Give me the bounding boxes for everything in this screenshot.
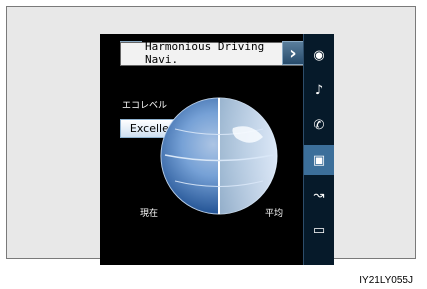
phone-icon: ✆ [313,117,325,133]
right-sidebar: ◉ ♪ ✆ ▣ ↝ ▭ [303,34,334,265]
sidebar-item-route[interactable]: ↝ [304,180,334,210]
sidebar-item-globe[interactable]: ◉ [304,40,334,70]
route-icon: ↝ [313,187,325,203]
sidebar-item-image[interactable]: ▣ [304,145,334,175]
display-icon: ▭ [312,222,326,238]
sidebar-item-display[interactable]: ▭ [304,215,334,245]
sidebar-item-phone[interactable]: ✆ [304,110,334,140]
sidebar-item-music[interactable]: ♪ [304,75,334,105]
image-icon: ▣ [312,152,326,168]
globe-icon: ◉ [313,47,325,63]
average-label: 平均 [265,209,284,219]
music-icon: ♪ [314,82,324,98]
figure-caption: IY21LY055J [359,275,413,286]
navi-screen: ‹ Harmonious Driving Navi. › エコレベル Excel… [100,34,334,265]
globe-graphic [160,97,278,215]
current-label: 現在 [140,209,159,219]
